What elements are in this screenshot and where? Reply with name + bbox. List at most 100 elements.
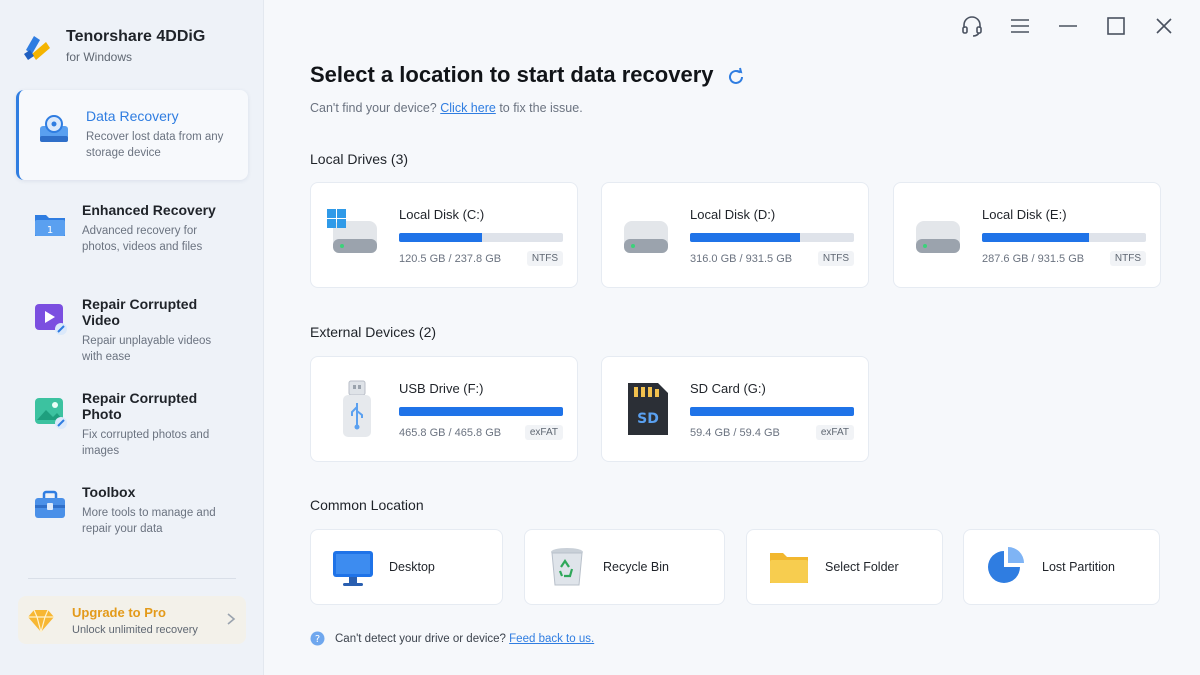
sidebar-item-title: Repair Corrupted Video [82,296,198,328]
device-help-hint: Can't find your device? Click here to fi… [310,101,583,115]
drive-usage-bar [399,233,563,242]
data-recovery-icon [40,115,68,142]
filesystem-badge: exFAT [524,425,563,440]
sidebar-item-desc: Recover lost data from any storage devic… [86,131,224,159]
page-header: Select a location to start data recovery [310,62,746,88]
folder-icon [770,553,808,583]
chevron-right-icon [227,613,236,625]
upgrade-title: Upgrade to Pro [72,604,166,620]
click-here-link[interactable]: Click here [440,101,496,115]
headset-icon [962,16,982,37]
window-controls [948,12,1188,40]
drive-card-c[interactable]: Local Disk (C:) 120.5 GB / 237.8 GB NTFS [310,182,578,288]
location-lost-partition[interactable]: Lost Partition [963,529,1160,605]
app-title: Tenorshare 4DDiG [66,28,206,45]
sidebar-divider [28,578,236,579]
sidebar-item-desc: Advanced recovery for photos, videos and… [82,225,203,253]
location-label: Desktop [389,560,435,574]
sd-card-icon: SD [628,383,668,435]
upgrade-to-pro-button[interactable]: Upgrade to Pro Unlock unlimited recovery [18,596,246,644]
drive-usage-fill [399,233,483,242]
filesystem-badge: exFAT [815,425,854,440]
close-button[interactable] [1140,12,1188,40]
sidebar-item-repair-photo[interactable]: Repair Corrupted Photo Fix corrupted pho… [16,372,248,462]
maximize-icon [1107,17,1125,35]
svg-text:?: ? [315,634,320,645]
sidebar-item-desc: More tools to manage and repair your dat… [82,507,216,535]
device-size: 465.8 GB / 465.8 GB [399,427,502,439]
external-devices-heading: External Devices (2) [310,324,437,340]
upgrade-subtitle: Unlock unlimited recovery [72,623,198,636]
drive-usage-bar [690,233,854,242]
minimize-button[interactable] [1044,12,1092,40]
support-button[interactable] [948,12,996,40]
hamburger-menu-icon [1011,19,1029,33]
app-logo-icon [24,36,50,60]
hard-drive-icon [916,221,960,253]
common-location-heading: Common Location [310,497,424,513]
usb-drive-icon [343,380,371,437]
drive-card-e[interactable]: Local Disk (E:) 287.6 GB / 931.5 GB NTFS [893,182,1161,288]
drive-name: Local Disk (E:) [982,207,1067,222]
maximize-button[interactable] [1092,12,1140,40]
drive-usage-fill [982,233,1089,242]
sidebar-item-toolbox[interactable]: Toolbox More tools to manage and repair … [16,466,248,556]
drive-name: Local Disk (D:) [690,207,776,222]
brand: Tenorshare 4DDiG for Windows [20,28,205,64]
sidebar: Tenorshare 4DDiG for Windows Data Recove… [0,0,264,675]
hint-text: Can't find your device? [310,101,437,115]
filesystem-badge: NTFS [817,251,854,266]
sidebar-item-desc: Fix corrupted photos and images [82,429,210,457]
device-card-sd[interactable]: SD SD Card (G:) 59.4 GB / 59.4 GB exFAT [601,356,869,462]
location-label: Lost Partition [1042,560,1115,574]
recycle-bin-icon [551,548,583,586]
refresh-icon[interactable] [726,67,746,87]
hard-drive-icon [327,209,377,253]
repair-video-icon [35,304,67,335]
device-name: SD Card (G:) [690,381,766,396]
location-label: Recycle Bin [603,560,669,574]
sidebar-nav: Data Recovery Recover lost data from any… [16,90,248,560]
location-select-folder[interactable]: Select Folder [746,529,943,605]
help-icon: ? [310,631,325,646]
sidebar-item-desc: Repair unplayable videos with ease [82,335,212,363]
device-name: USB Drive (F:) [399,381,484,396]
device-card-usb[interactable]: USB Drive (F:) 465.8 GB / 465.8 GB exFAT [310,356,578,462]
enhanced-recovery-icon: 1 [35,215,65,236]
hint-text-after: to fix the issue. [499,101,583,115]
device-usage-bar [399,407,563,416]
diamond-icon [28,609,54,633]
sidebar-item-data-recovery[interactable]: Data Recovery Recover lost data from any… [16,90,248,180]
location-recycle-bin[interactable]: Recycle Bin [524,529,725,605]
sidebar-item-title: Repair Corrupted Photo [82,390,198,422]
repair-photo-icon [35,398,67,429]
lost-partition-icon [988,547,1024,583]
filesystem-badge: NTFS [1109,251,1146,266]
sidebar-item-title: Data Recovery [86,108,179,124]
app-subtitle: for Windows [66,50,133,64]
feedback-link[interactable]: Feed back to us. [509,633,594,645]
device-usage-bar [690,407,854,416]
close-icon [1156,18,1172,34]
sidebar-item-repair-video[interactable]: Repair Corrupted Video Repair unplayable… [16,278,248,368]
drive-name: Local Disk (C:) [399,207,485,222]
device-size: 59.4 GB / 59.4 GB [690,427,780,439]
hard-drive-icon [624,221,668,253]
local-drives-heading: Local Drives (3) [310,151,409,167]
page-title: Select a location to start data recovery [310,62,714,87]
drive-size: 287.6 GB / 931.5 GB [982,253,1085,265]
drive-usage-bar [982,233,1146,242]
menu-button[interactable] [996,12,1044,40]
drive-size: 316.0 GB / 931.5 GB [690,253,793,265]
location-desktop[interactable]: Desktop [310,529,503,605]
drive-size: 120.5 GB / 237.8 GB [399,253,502,265]
location-label: Select Folder [825,560,899,574]
sidebar-item-title: Enhanced Recovery [82,202,216,218]
desktop-icon [333,551,373,586]
sidebar-item-enhanced-recovery[interactable]: 1 Enhanced Recovery Advanced recovery fo… [16,184,248,274]
drive-card-d[interactable]: Local Disk (D:) 316.0 GB / 931.5 GB NTFS [601,182,869,288]
drive-usage-fill [399,407,563,416]
sidebar-item-title: Toolbox [82,484,136,500]
drive-usage-fill [690,407,854,416]
feedback-text: Can't detect your drive or device? [335,632,506,645]
